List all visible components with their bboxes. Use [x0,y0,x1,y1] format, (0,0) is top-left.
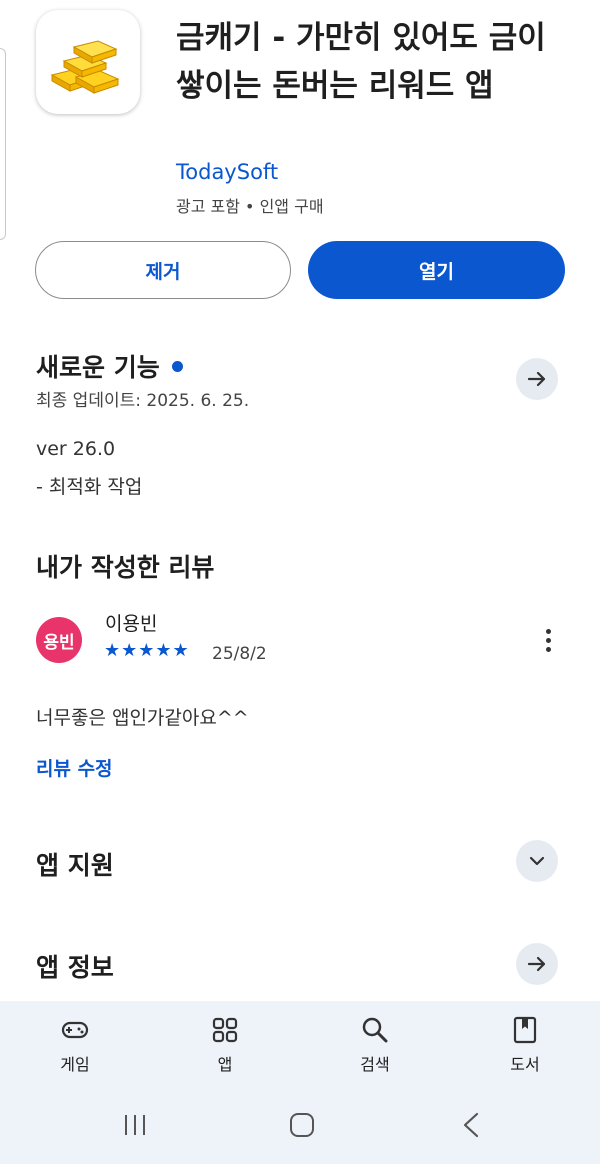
nav-search[interactable]: 검색 [320,1015,430,1075]
edit-review-link[interactable]: 리뷰 수정 [36,754,113,781]
chevron-down-icon [529,856,545,866]
avatar: 용빈 [36,617,82,663]
recent-apps-icon[interactable] [122,1112,148,1138]
whats-new-title-text: 새로운 기능 [36,353,160,382]
back-icon[interactable] [460,1112,482,1138]
search-icon [362,1017,388,1043]
apps-grid-icon [212,1017,238,1043]
app-meta: 광고 포함 • 인앱 구매 [176,197,324,216]
app-support-title[interactable]: 앱 지원 [36,846,114,882]
nav-apps[interactable]: 앱 [170,1015,280,1075]
uninstall-button[interactable]: 제거 [35,241,291,299]
nav-games[interactable]: 게임 [20,1015,130,1075]
reviewer-name: 이용빈 [105,613,158,635]
nav-games-label: 게임 [60,1055,90,1074]
gamepad-icon [61,1021,89,1039]
arrow-right-icon [527,371,546,387]
my-review-title: 내가 작성한 리뷰 [36,553,215,582]
last-updated: 최종 업데이트: 2025. 6. 25. [36,391,250,411]
review-body: 너무좋은 앱인가같아요^^ [36,707,249,729]
open-button[interactable]: 열기 [308,241,565,299]
app-info-title[interactable]: 앱 정보 [36,948,114,984]
app-support-expand-button[interactable] [516,840,558,882]
edge-panel-handle[interactable] [0,48,6,240]
review-date: 25/8/2 [212,644,267,664]
nav-books[interactable]: 도서 [470,1015,580,1075]
app-info-arrow-button[interactable] [516,943,558,985]
developer-link[interactable]: TodaySoft [176,160,278,184]
update-notes: - 최적화 작업 [36,476,143,498]
gold-bars-icon [36,10,140,114]
new-indicator-dot [171,360,183,372]
app-title: 금캐기 - 가만히 있어도 금이 쌓이는 돈버는 리워드 앱 [176,20,546,104]
book-icon [513,1016,537,1044]
home-icon[interactable] [288,1112,316,1138]
nav-books-label: 도서 [510,1055,540,1074]
arrow-right-icon [527,956,546,972]
nav-search-label: 검색 [360,1055,390,1074]
version-text: ver 26.0 [36,438,116,460]
whats-new-arrow-button[interactable] [516,358,558,400]
bottom-navigation: 게임 앱 검색 도서 [0,1001,600,1164]
nav-apps-label: 앱 [217,1055,233,1074]
whats-new-title[interactable]: 새로운 기능 [36,348,183,384]
more-options-icon[interactable] [538,626,558,656]
star-rating: ★★★★★ [104,640,190,661]
